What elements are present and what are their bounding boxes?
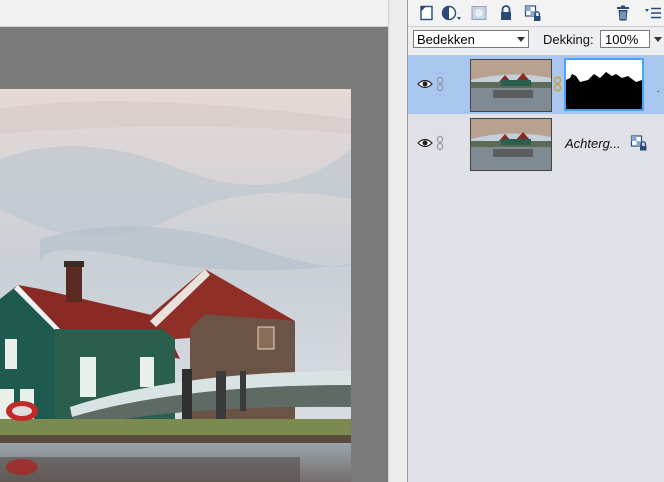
- layer-mask-thumbnail[interactable]: [564, 58, 644, 111]
- link-state-icon[interactable]: [436, 135, 444, 151]
- lock-icon[interactable]: [497, 4, 515, 22]
- layers-panel: Bedekken Dekking: 100% . Achterg...: [407, 0, 664, 482]
- locked-layer-icon: [630, 135, 648, 151]
- layer-row[interactable]: Achterg...: [408, 115, 664, 173]
- layer-more-indicator: .: [657, 84, 660, 95]
- canvas-vertical-scrollbar[interactable]: [388, 0, 408, 482]
- lock-all-icon[interactable]: [524, 4, 542, 22]
- canvas-area: [0, 0, 408, 482]
- opacity-input[interactable]: 100%: [600, 30, 650, 48]
- chevron-down-icon: [517, 37, 525, 42]
- layer-thumbnail[interactable]: [470, 118, 552, 171]
- opacity-label: Dekking:: [543, 32, 594, 47]
- canvas-tab-bar: [0, 0, 388, 27]
- blend-mode-value: Bedekken: [417, 32, 475, 47]
- opacity-dropdown-icon[interactable]: [652, 31, 664, 49]
- link-state-icon[interactable]: [436, 76, 444, 92]
- panel-menu-icon[interactable]: [644, 4, 662, 22]
- trash-icon[interactable]: [614, 4, 632, 22]
- layer-thumbnail[interactable]: [470, 59, 552, 112]
- adjustment-layer-icon[interactable]: [441, 4, 463, 22]
- document-image[interactable]: [0, 89, 351, 482]
- opacity-value: 100%: [605, 32, 639, 47]
- blend-mode-select[interactable]: Bedekken: [413, 30, 529, 48]
- eye-icon[interactable]: [417, 78, 433, 90]
- layer-name[interactable]: Achterg...: [565, 136, 621, 151]
- layers-toolbar: [408, 0, 664, 27]
- new-layer-icon[interactable]: [418, 4, 436, 22]
- layer-options-bar: Bedekken Dekking: 100%: [408, 27, 664, 56]
- windmill-village-photo: [0, 89, 351, 482]
- eye-icon[interactable]: [417, 137, 433, 149]
- canvas-viewport[interactable]: [0, 27, 388, 482]
- layer-row[interactable]: .: [408, 56, 664, 114]
- add-mask-icon[interactable]: [470, 4, 488, 22]
- mask-link-icon[interactable]: [553, 76, 562, 92]
